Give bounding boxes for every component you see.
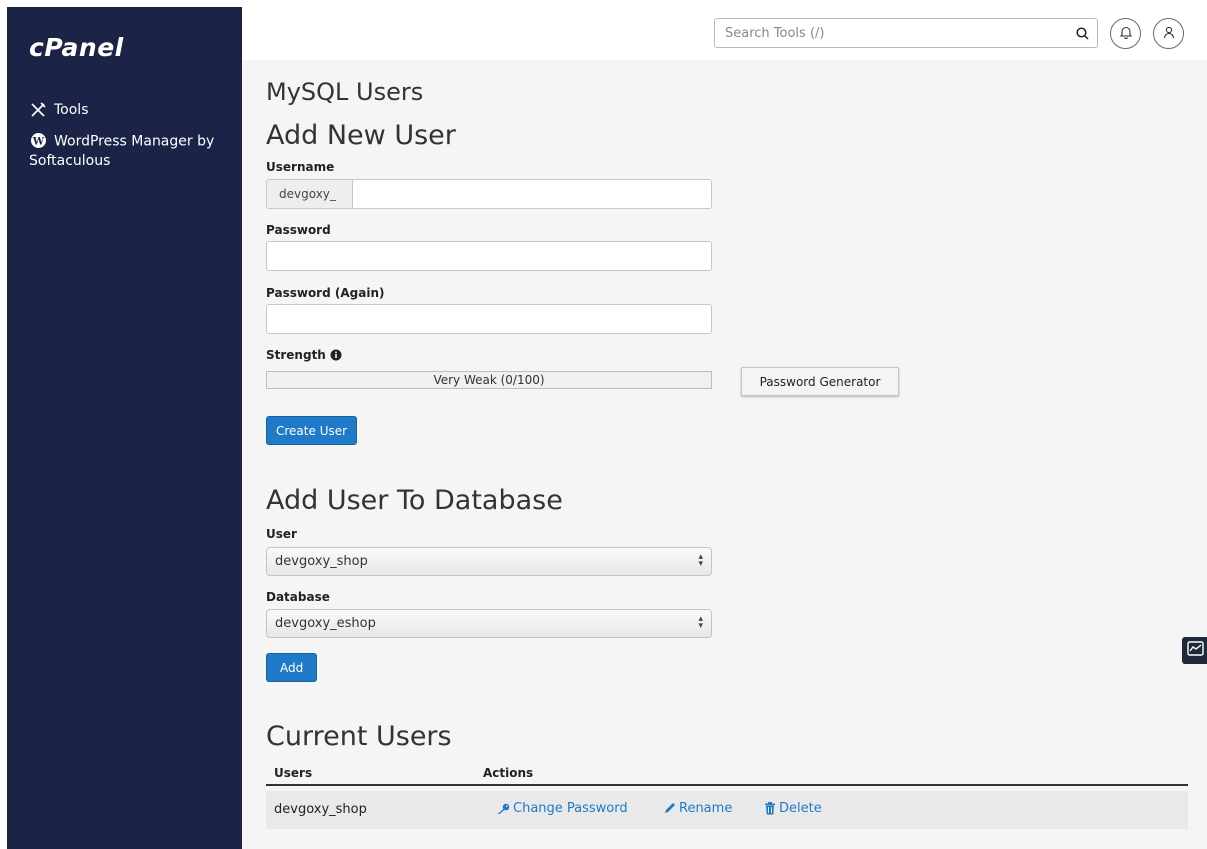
strength-label-row: Strength <box>266 348 342 362</box>
add-new-user-heading: Add New User <box>266 120 456 151</box>
password-label: Password <box>266 223 331 237</box>
create-user-button[interactable]: Create User <box>266 416 358 445</box>
password-strength-meter: Very Weak (0/100) <box>266 371 712 389</box>
column-header-users: Users <box>274 766 313 780</box>
delete-label: Delete <box>779 801 822 816</box>
search-icon[interactable] <box>1067 18 1097 48</box>
username-input[interactable] <box>353 180 711 208</box>
svg-text:W: W <box>31 136 44 147</box>
wordpress-icon: W <box>29 131 47 149</box>
analytics-widget-button[interactable] <box>1182 637 1207 664</box>
users-table-header: Users Actions <box>266 762 1188 786</box>
username-prefix: devgoxy_ <box>266 179 352 209</box>
table-row: devgoxy_shop Change Password Rename Dele… <box>266 791 1188 829</box>
database-select[interactable]: devgoxy_eshop ▴ ▾ <box>266 609 712 638</box>
password-input[interactable] <box>267 242 711 270</box>
pencil-icon <box>665 803 675 813</box>
sidebar-item-tools[interactable]: Tools <box>29 101 89 120</box>
key-icon <box>497 803 510 814</box>
cpanel-logo[interactable]: cPanel <box>29 33 124 62</box>
search-box <box>714 18 1098 48</box>
user-select-label: User <box>266 527 297 541</box>
change-password-link[interactable]: Change Password <box>496 801 628 816</box>
delete-link[interactable]: Delete <box>764 801 822 816</box>
select-arrows-icon: ▴ ▾ <box>698 552 703 569</box>
search-input[interactable] <box>715 19 1067 47</box>
sidebar: cPanel Tools W WordPress Manager by Soft… <box>7 7 242 849</box>
user-select[interactable]: devgoxy_shop ▴ ▾ <box>266 547 712 576</box>
username-label: Username <box>266 160 335 174</box>
top-header <box>242 7 1207 60</box>
user-name-cell: devgoxy_shop <box>274 802 367 817</box>
password-again-label: Password (Again) <box>266 286 385 300</box>
database-select-value: devgoxy_eshop <box>275 616 376 631</box>
notifications-button[interactable] <box>1110 18 1141 49</box>
user-select-value: devgoxy_shop <box>275 554 368 569</box>
app-frame: cPanel Tools W WordPress Manager by Soft… <box>7 7 1207 849</box>
rename-link[interactable]: Rename <box>663 801 732 816</box>
user-icon <box>1163 24 1175 43</box>
add-button[interactable]: Add <box>266 653 318 682</box>
database-select-label: Database <box>266 590 330 604</box>
change-password-label: Change Password <box>513 801 628 816</box>
sidebar-item-label: Tools <box>54 102 89 118</box>
user-menu-button[interactable] <box>1153 18 1184 49</box>
current-users-heading: Current Users <box>266 721 452 752</box>
bell-icon <box>1119 24 1132 43</box>
sidebar-item-wordpress[interactable]: W WordPress Manager by Softaculous <box>29 131 229 171</box>
select-arrows-icon: ▴ ▾ <box>698 614 703 631</box>
username-group: devgoxy_ <box>266 179 712 209</box>
page-title: MySQL Users <box>266 78 424 106</box>
column-header-actions: Actions <box>483 766 534 780</box>
chart-icon <box>1187 641 1204 660</box>
add-user-to-database-heading: Add User To Database <box>266 485 563 516</box>
info-icon[interactable] <box>330 349 342 361</box>
trash-icon <box>765 802 775 815</box>
sidebar-item-label: WordPress Manager by Softaculous <box>29 133 215 169</box>
rename-label: Rename <box>679 801 733 816</box>
strength-label: Strength <box>266 348 326 362</box>
password-generator-button[interactable]: Password Generator <box>741 367 899 396</box>
password-again-input[interactable] <box>267 305 711 333</box>
tools-icon <box>29 101 47 119</box>
